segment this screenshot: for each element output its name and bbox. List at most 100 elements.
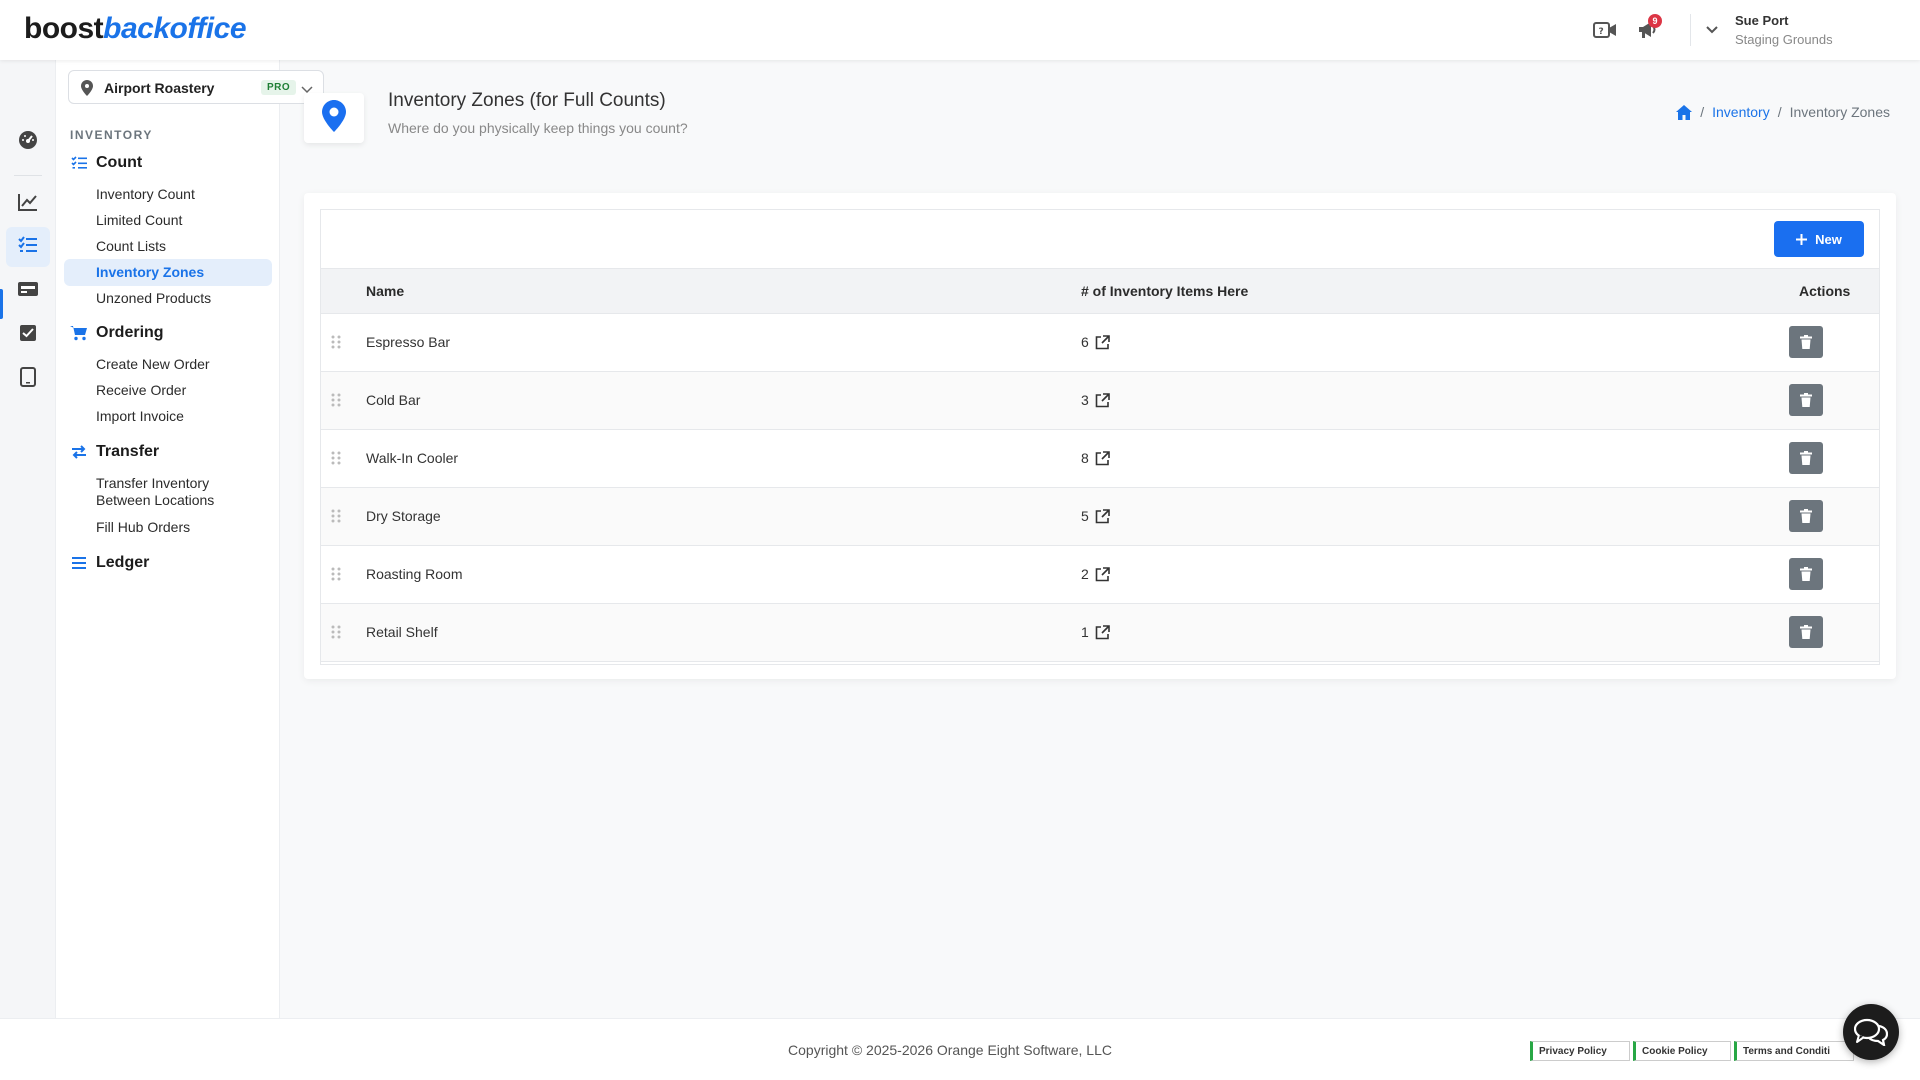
zone-name[interactable]: Dry Storage [366, 508, 441, 524]
zones-table: New Name # of Inventory Items Here Actio… [320, 209, 1880, 665]
item-count-value: 5 [1081, 508, 1089, 524]
nav-link-count-lists[interactable]: Count Lists [64, 238, 272, 255]
drag-handle-icon[interactable] [331, 335, 341, 354]
item-count-value: 3 [1081, 392, 1089, 408]
external-link-icon[interactable] [1095, 566, 1110, 582]
transfer-arrows-icon [70, 443, 88, 461]
header-divider [1690, 14, 1691, 46]
nav-link-unzoned-products[interactable]: Unzoned Products [64, 290, 272, 307]
checklist-icon [18, 235, 38, 259]
tablet-icon [20, 366, 36, 392]
column-header-name[interactable]: Name [366, 283, 404, 299]
zone-item-count: 1 [1081, 624, 1110, 640]
nav-link-inventory-count[interactable]: Inventory Count [64, 186, 272, 203]
secondary-nav: Airport Roastery PRO INVENTORY Count Inv… [56, 60, 324, 1018]
location-name: Airport Roastery [104, 80, 215, 96]
rail-tasks[interactable] [6, 315, 50, 355]
table-row: Cold Bar 3 [321, 372, 1879, 430]
nav-link-transfer-inventory[interactable]: Transfer Inventory Between Locations [64, 475, 254, 509]
external-link-icon[interactable] [1095, 392, 1110, 408]
chat-bubbles-icon [1854, 1018, 1888, 1046]
dashboard-icon [18, 130, 38, 155]
delete-zone-button[interactable] [1789, 500, 1823, 532]
page-icon-box [304, 93, 364, 143]
external-link-icon[interactable] [1095, 624, 1110, 640]
nav-group-label: Ordering [96, 324, 164, 341]
drag-handle-icon[interactable] [331, 393, 341, 412]
delete-zone-button[interactable] [1789, 616, 1823, 648]
nav-link-create-new-order[interactable]: Create New Order [64, 356, 272, 373]
trash-icon [1800, 393, 1812, 407]
breadcrumb-inventory[interactable]: Inventory [1712, 104, 1770, 120]
rail-devices[interactable] [6, 359, 50, 399]
line-chart-icon [18, 193, 38, 216]
new-zone-button[interactable]: New [1774, 221, 1864, 257]
svg-text:?: ? [1599, 27, 1604, 37]
drag-handle-icon[interactable] [331, 625, 341, 644]
trash-icon [1800, 509, 1812, 523]
app-logo[interactable]: boostbackoffice [24, 12, 247, 46]
external-link-icon[interactable] [1095, 508, 1110, 524]
rail-inventory[interactable] [6, 227, 50, 267]
zone-name[interactable]: Cold Bar [366, 392, 420, 408]
nav-link-import-invoice[interactable]: Import Invoice [64, 408, 272, 425]
user-name[interactable]: Sue Port [1735, 13, 1788, 28]
nav-link-fill-hub-orders[interactable]: Fill Hub Orders [64, 519, 272, 536]
trash-icon [1800, 625, 1812, 639]
user-location: Staging Grounds [1735, 32, 1833, 47]
page-footer: Copyright © 2025-2026 Orange Eight Softw… [0, 1018, 1920, 1080]
external-link-icon[interactable] [1095, 334, 1110, 350]
delete-zone-button[interactable] [1789, 442, 1823, 474]
location-selector[interactable]: Airport Roastery PRO [68, 70, 324, 104]
nav-group-ordering[interactable]: Ordering [70, 324, 164, 342]
plan-badge: PRO [261, 80, 297, 95]
zone-item-count: 3 [1081, 392, 1110, 408]
terms-link[interactable]: Terms and Conditi [1734, 1041, 1854, 1061]
nav-group-ledger[interactable]: Ledger [70, 554, 149, 572]
cookie-policy-link[interactable]: Cookie Policy [1633, 1041, 1731, 1061]
icon-rail [0, 60, 56, 1054]
drag-handle-icon[interactable] [331, 567, 341, 586]
column-header-item-count[interactable]: # of Inventory Items Here [1081, 283, 1248, 299]
checklist-icon [70, 154, 88, 172]
plus-icon [1796, 233, 1808, 245]
nav-link-inventory-zones[interactable]: Inventory Zones [64, 259, 272, 286]
zone-name[interactable]: Retail Shelf [366, 624, 438, 640]
nav-link-receive-order[interactable]: Receive Order [64, 382, 272, 399]
zone-name[interactable]: Roasting Room [366, 566, 463, 582]
drag-handle-icon[interactable] [331, 451, 341, 470]
map-pin-icon [322, 99, 346, 137]
rail-pos[interactable] [6, 271, 50, 311]
item-count-value: 6 [1081, 334, 1089, 350]
privacy-policy-link[interactable]: Privacy Policy [1530, 1041, 1630, 1061]
shopping-cart-icon [70, 324, 88, 342]
table-row: Walk-In Cooler 8 [321, 430, 1879, 488]
delete-zone-button[interactable] [1789, 326, 1823, 358]
zones-card: New Name # of Inventory Items Here Actio… [304, 193, 1896, 679]
breadcrumb-current: Inventory Zones [1789, 104, 1890, 120]
drag-handle-icon[interactable] [331, 509, 341, 528]
chevron-down-icon[interactable] [1704, 22, 1720, 43]
chat-button[interactable] [1843, 1004, 1899, 1060]
breadcrumb-separator: / [1700, 104, 1705, 120]
zone-name[interactable]: Walk-In Cooler [366, 450, 458, 466]
table-row: Roasting Room 2 [321, 546, 1879, 604]
card-terminal-icon [17, 281, 39, 302]
external-link-icon[interactable] [1095, 450, 1110, 466]
zone-item-count: 2 [1081, 566, 1110, 582]
home-icon[interactable] [1676, 104, 1693, 120]
nav-group-count[interactable]: Count [70, 154, 142, 172]
logo-text-boost: boost [24, 12, 104, 45]
delete-zone-button[interactable] [1789, 384, 1823, 416]
rail-reports[interactable] [6, 184, 50, 224]
notification-badge: 9 [1648, 14, 1662, 28]
delete-zone-button[interactable] [1789, 558, 1823, 590]
nav-group-transfer[interactable]: Transfer [70, 443, 159, 461]
nav-group-label: Transfer [96, 443, 160, 460]
zone-name[interactable]: Espresso Bar [366, 334, 450, 350]
rail-dashboard[interactable] [6, 122, 50, 162]
nav-link-limited-count[interactable]: Limited Count [64, 212, 272, 229]
video-icon[interactable]: ? [1592, 18, 1618, 42]
breadcrumb-separator: / [1777, 104, 1782, 120]
nav-group-label: Ledger [96, 554, 150, 571]
